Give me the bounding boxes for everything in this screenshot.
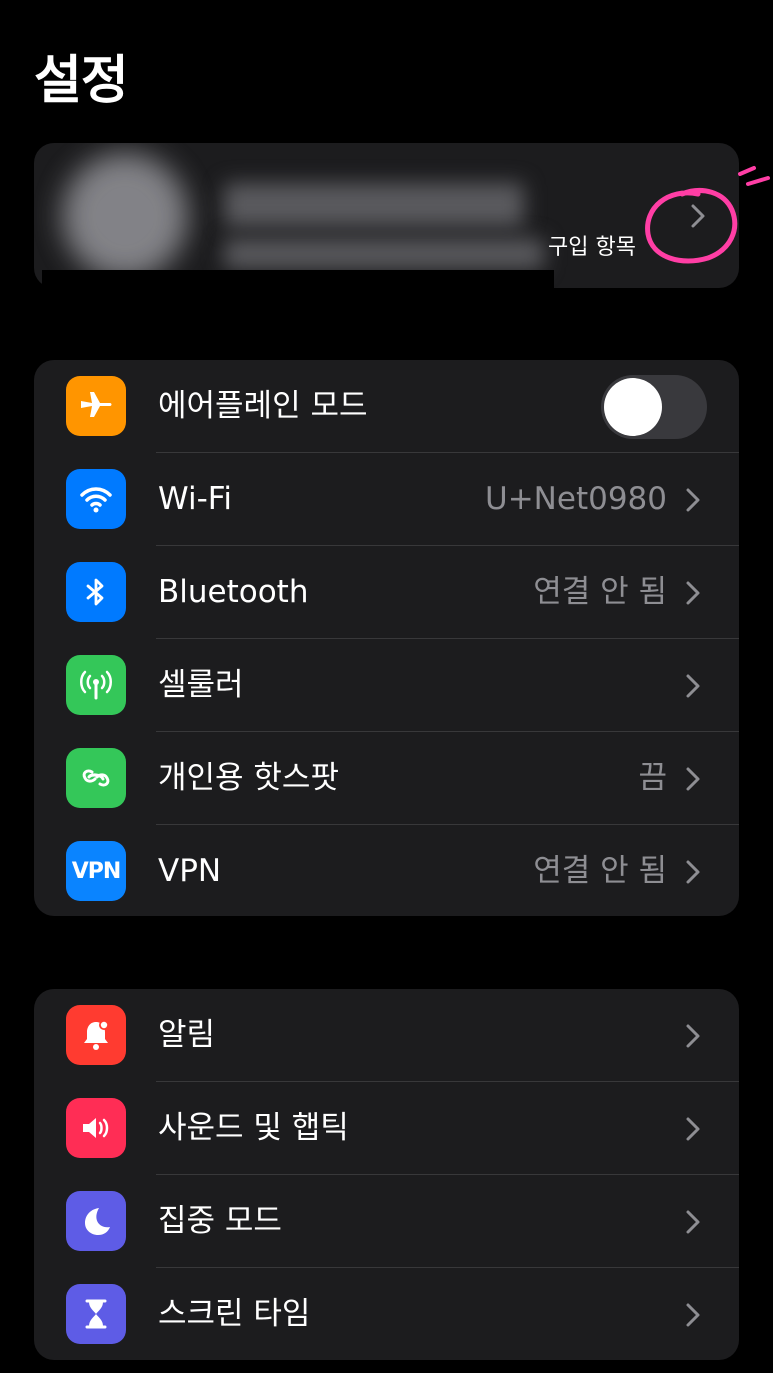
airplane-icon [66,376,126,436]
hourglass-icon [66,1284,126,1344]
row-label: 스크린 타임 [158,1296,311,1332]
hotspot-status-value: 끔 [638,760,667,796]
row-label: Bluetooth [158,574,309,610]
vpn-icon-text: VPN [71,858,122,884]
chevron-right-icon [681,1021,705,1051]
chevron-right-icon [681,671,705,701]
row-notifications[interactable]: 알림 [34,989,739,1082]
row-label: 알림 [158,1017,216,1053]
row-screen-time[interactable]: 스크린 타임 [34,1268,739,1360]
wifi-network-value: U+Net0980 [485,481,667,517]
row-label: Wi-Fi [158,481,232,517]
row-label: 개인용 핫스팟 [158,760,339,796]
chevron-right-icon [681,1114,705,1144]
highlight-circle [638,174,748,274]
toggle-knob [604,378,662,436]
row-cellular[interactable]: 셀룰러 [34,639,739,732]
speaker-icon [66,1098,126,1158]
apple-id-card[interactable]: 구입 항목 [34,143,739,288]
row-bluetooth[interactable]: Bluetooth 연결 안 됨 [34,546,739,639]
page-title: 설정 [34,51,129,111]
highlight-marks [734,160,773,190]
wifi-icon [66,469,126,529]
blurred-name [224,183,524,227]
chevron-right-icon [681,1207,705,1237]
bluetooth-status-value: 연결 안 됨 [533,574,667,610]
airplane-mode-toggle[interactable] [601,375,707,439]
notifications-group: 알림 사운드 및 햅틱 집중 모드 스크린 타임 [34,989,739,1360]
purchases-label: 구입 항목 [548,235,636,260]
row-vpn[interactable]: VPN VPN 연결 안 됨 [34,825,739,916]
vpn-status-value: 연결 안 됨 [533,853,667,889]
row-label: 사운드 및 햅틱 [158,1110,349,1146]
avatar [62,153,188,279]
chevron-right-icon [681,764,705,794]
row-focus[interactable]: 집중 모드 [34,1175,739,1268]
row-sounds-haptics[interactable]: 사운드 및 햅틱 [34,1082,739,1175]
moon-icon [66,1191,126,1251]
bluetooth-icon [66,562,126,622]
row-label: 집중 모드 [158,1203,282,1239]
redaction-bar [42,270,554,302]
blurred-detail [224,239,544,269]
row-label: VPN [158,853,222,889]
chevron-right-icon [681,1300,705,1330]
row-personal-hotspot[interactable]: 개인용 핫스팟 끔 [34,732,739,825]
chevron-right-icon [681,857,705,887]
chevron-right-icon [681,578,705,608]
row-label: 셀룰러 [158,667,244,703]
bell-icon [66,1005,126,1065]
chevron-right-icon [681,485,705,515]
row-wifi[interactable]: Wi-Fi U+Net0980 [34,453,739,546]
hotspot-icon [66,748,126,808]
cellular-icon [66,655,126,715]
vpn-icon: VPN [66,841,126,901]
connectivity-group: 에어플레인 모드 Wi-Fi U+Net0980 Bluetooth 연결 안 … [34,360,739,916]
row-airplane-mode[interactable]: 에어플레인 모드 [34,360,739,453]
row-label: 에어플레인 모드 [158,388,368,424]
